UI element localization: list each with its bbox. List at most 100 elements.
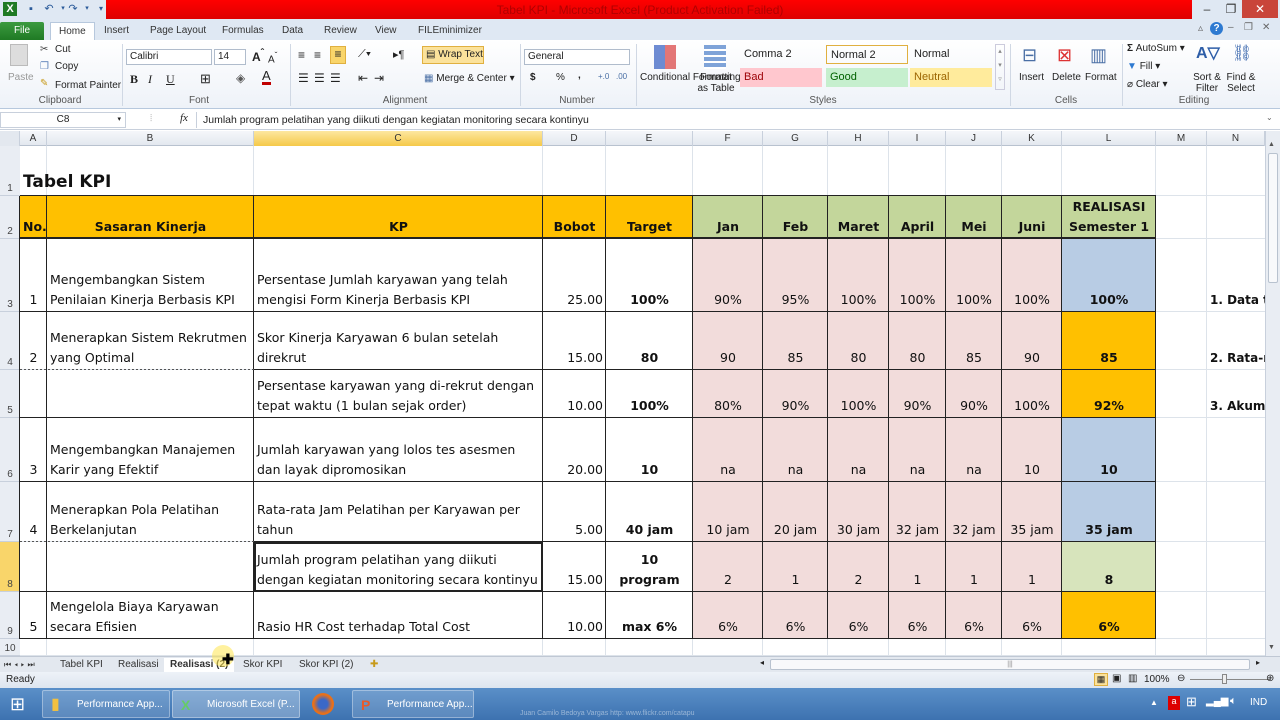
font-color-icon[interactable]: A (262, 69, 271, 85)
format-painter-button[interactable]: Format Painter (55, 80, 121, 91)
cell-month-value[interactable]: 35 jam (1002, 482, 1062, 542)
copy-button[interactable]: Copy (55, 61, 78, 72)
cell-month-value[interactable]: 10 jam (693, 482, 763, 542)
cell-realisasi[interactable]: 100% (1062, 239, 1156, 312)
number-format-select[interactable]: General (524, 49, 630, 65)
horizontal-scrollbar[interactable]: ||| (770, 659, 1250, 670)
italic-button[interactable]: I (148, 72, 152, 87)
font-name-select[interactable]: Calibri (126, 49, 212, 65)
cell-month-value[interactable]: 2 (693, 542, 763, 592)
cell-month-value[interactable]: na (828, 418, 889, 482)
cell-target[interactable]: 100% (606, 239, 693, 312)
cell-month-value[interactable]: 1 (1002, 542, 1062, 592)
fill-button[interactable]: ▼ Fill ▾ (1127, 61, 1160, 72)
name-box[interactable]: C8 ▾ (0, 112, 126, 128)
scroll-left-icon[interactable]: ◂ (760, 658, 764, 667)
decrease-indent-icon[interactable]: ⇤ (358, 71, 368, 85)
cell-kp[interactable]: Jumlah karyawan yang lolos tes asesmen d… (254, 418, 543, 482)
cell-bobot[interactable]: 25.00 (543, 239, 606, 312)
cut-button[interactable]: Cut (55, 44, 71, 55)
fill-color-icon[interactable]: ◈ (236, 71, 245, 85)
sheet-tab-skor-kpi[interactable]: Skor KPI (243, 658, 282, 672)
increase-indent-icon[interactable]: ⇥ (374, 71, 384, 85)
cell-bobot[interactable]: 5.00 (543, 482, 606, 542)
zoom-level[interactable]: 100% (1144, 674, 1170, 685)
cell-kp[interactable]: Skor Kinerja Karyawan 6 bulan setelah di… (254, 312, 543, 370)
align-left-icon[interactable]: ☰ (298, 71, 309, 85)
cell-month-value[interactable]: 32 jam (946, 482, 1002, 542)
cell-sasaran-kinerja[interactable]: Mengembangkan Manajemen Karir yang Efekt… (47, 418, 254, 482)
style-comma-2[interactable]: Comma 2 (740, 45, 822, 64)
row-header-10[interactable]: 10 (0, 639, 20, 656)
cell-month-value[interactable]: 100% (946, 239, 1002, 312)
row-header-9[interactable]: 9 (0, 592, 20, 639)
borders-icon[interactable]: ⊞ (200, 71, 211, 87)
cell-month-value[interactable]: 32 jam (889, 482, 946, 542)
firefox-icon[interactable] (312, 693, 334, 715)
paste-button[interactable]: Paste (8, 72, 34, 83)
scroll-up-icon[interactable]: ▲ (1268, 141, 1275, 148)
insert-worksheet-icon[interactable]: ✚ (370, 658, 378, 672)
styles-gallery-scroll[interactable]: ▴ ▾ ▿ (995, 44, 1005, 90)
row-header-2[interactable]: 2 (0, 196, 20, 239)
zoom-in-icon[interactable]: ⊕ (1266, 673, 1274, 684)
cell-realisasi[interactable]: 85 (1062, 312, 1156, 370)
cell-month-value[interactable]: 90 (693, 312, 763, 370)
cell-month-value[interactable]: 80 (889, 312, 946, 370)
normal-view-icon[interactable]: ▦ (1094, 673, 1108, 686)
conditional-formatting-button[interactable]: Conditional Formatting (640, 72, 741, 83)
formula-input[interactable]: Jumlah program pelatihan yang diikuti de… (196, 112, 1265, 128)
minimize-button[interactable]: – (1194, 0, 1220, 18)
cell-month-value[interactable]: 1 (946, 542, 1002, 592)
cell-no[interactable] (20, 542, 47, 592)
close-button[interactable]: ✕ (1242, 0, 1278, 18)
cell-realisasi[interactable]: 8 (1062, 542, 1156, 592)
cell-month-value[interactable]: 100% (1002, 239, 1062, 312)
side-note[interactable]: 1. Data t (1207, 239, 1265, 312)
page-layout-view-icon[interactable]: ▣ (1112, 673, 1121, 684)
row-header-5[interactable]: 5 (0, 370, 20, 418)
volume-icon[interactable]: 🔈︎ (1230, 695, 1237, 708)
wrap-text-button[interactable]: ▤ Wrap Text (422, 46, 484, 64)
cell-realisasi[interactable]: 6% (1062, 592, 1156, 639)
cell-month-value[interactable]: 30 jam (828, 482, 889, 542)
cell-month-value[interactable]: 85 (946, 312, 1002, 370)
cell-month-value[interactable]: 20 jam (763, 482, 828, 542)
row-header-3[interactable]: 3 (0, 239, 20, 312)
cell-sasaran-kinerja[interactable]: Menerapkan Sistem Rekrutmen yang Optimal (47, 312, 254, 370)
workbook-close-icon[interactable]: ✕ (1262, 22, 1270, 33)
tab-file[interactable]: File (0, 22, 44, 40)
scroll-down-icon[interactable]: ▼ (1268, 644, 1275, 651)
clear-button[interactable]: ⌀ Clear ▾ (1127, 79, 1168, 90)
row-header-1[interactable]: 1 (0, 146, 20, 196)
cell-month-value[interactable]: 90% (763, 370, 828, 418)
orientation-icon[interactable]: ⟋▾ (358, 48, 371, 61)
cell-month-value[interactable]: na (946, 418, 1002, 482)
antivirus-icon[interactable]: a (1168, 696, 1180, 710)
column-header-l[interactable]: L (1062, 131, 1156, 146)
tab-view[interactable]: View (367, 22, 405, 40)
decrease-decimal-icon[interactable]: .00 (616, 72, 627, 81)
ribbon-minimize-icon[interactable]: ▵ (1198, 23, 1203, 34)
cell-no[interactable]: 3 (20, 418, 47, 482)
font-size-select[interactable]: 14 (214, 49, 246, 65)
align-middle-icon[interactable]: ≡ (314, 48, 321, 62)
row-header-4[interactable]: 4 (0, 312, 20, 370)
taskbar-excel[interactable]: X Microsoft Excel (P... (172, 690, 300, 718)
zoom-slider-thumb[interactable] (1222, 674, 1227, 684)
sheet-tab-skor-kpi-2[interactable]: Skor KPI (2) (299, 658, 353, 672)
cell-kp[interactable]: Rata-rata Jam Pelatihan per Karyawan per… (254, 482, 543, 542)
tab-fileminimizer[interactable]: FILEminimizer (410, 22, 490, 40)
cell-month-value[interactable]: 95% (763, 239, 828, 312)
tab-data[interactable]: Data (274, 22, 311, 40)
vertical-scroll-thumb[interactable] (1268, 153, 1278, 283)
row-header-6[interactable]: 6 (0, 418, 20, 482)
comma-button[interactable]: , (578, 70, 581, 81)
insert-button[interactable]: Insert (1019, 72, 1044, 83)
style-normal-2[interactable]: Normal 2 (826, 45, 908, 64)
cell-target[interactable]: 10 program (606, 542, 693, 592)
cell-no[interactable]: 1 (20, 239, 47, 312)
cell-realisasi[interactable]: 92% (1062, 370, 1156, 418)
column-header-j[interactable]: J (946, 131, 1002, 146)
cell-sasaran-kinerja[interactable]: Menerapkan Pola Pelatihan Berkelanjutan (47, 482, 254, 542)
